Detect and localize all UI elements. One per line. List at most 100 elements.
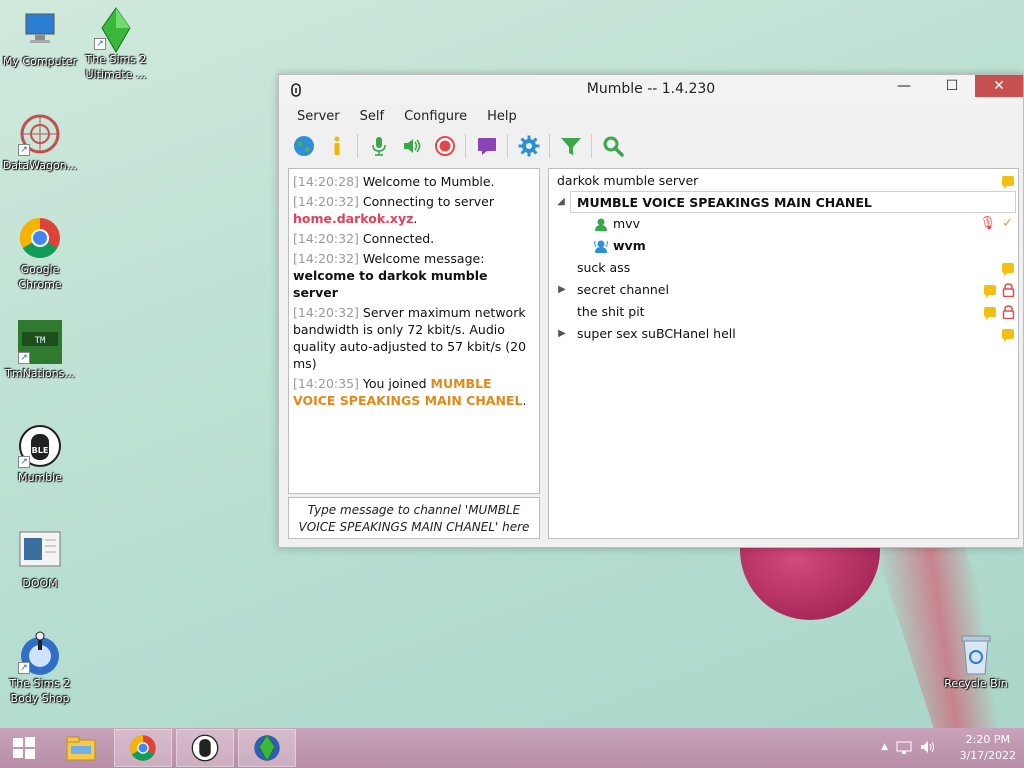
desktop-icon-recycle-bin[interactable]: Recycle Bin bbox=[936, 630, 1016, 691]
plumbob-icon bbox=[254, 734, 280, 762]
minimize-button[interactable]: — bbox=[881, 75, 927, 97]
folder-icon bbox=[66, 736, 96, 761]
collapse-arrow-icon[interactable]: ◢ bbox=[556, 196, 566, 207]
toolbar-separator bbox=[591, 134, 592, 158]
tmnations-icon: TM ↗ bbox=[18, 320, 62, 364]
shortcut-arrow-icon: ↗ bbox=[18, 144, 30, 156]
record-icon[interactable] bbox=[432, 133, 458, 159]
desktop-icon-doom[interactable]: DOOM bbox=[0, 530, 80, 591]
desktop-icon-mumble[interactable]: BLE ↗ Mumble bbox=[0, 424, 80, 485]
user-row[interactable]: mvv 🎙 ✓ bbox=[549, 213, 1018, 235]
toolbar bbox=[279, 129, 1023, 163]
expand-arrow-icon[interactable]: ▶ bbox=[557, 279, 567, 301]
lock-icon bbox=[1002, 305, 1015, 319]
toolbar-separator bbox=[357, 134, 358, 158]
menu-help[interactable]: Help bbox=[477, 105, 527, 129]
datawagon-icon: ↗ bbox=[18, 112, 62, 156]
maximize-button[interactable]: ☐ bbox=[929, 75, 975, 97]
desktop-icon-datawagon[interactable]: ↗ DataWagon... bbox=[0, 112, 80, 173]
chat-icon[interactable] bbox=[474, 133, 500, 159]
svg-text:TM: TM bbox=[35, 336, 46, 346]
toolbar-separator bbox=[465, 134, 466, 158]
taskbar: ▲ 2:20 PM 3/17/2022 bbox=[0, 728, 1024, 768]
menu-server[interactable]: Server bbox=[287, 105, 350, 129]
desktop-icon-chrome[interactable]: Google Chrome bbox=[0, 216, 80, 292]
title-bar[interactable]: Mumble -- 1.4.230 — ☐ ✕ bbox=[279, 75, 1023, 105]
mumble-icon: BLE ↗ bbox=[18, 424, 62, 468]
windows-logo-icon bbox=[13, 737, 35, 759]
gear-icon[interactable] bbox=[516, 133, 542, 159]
plumbob-icon: ↗ bbox=[94, 6, 138, 53]
comment-icon[interactable] bbox=[984, 285, 996, 298]
shortcut-arrow-icon: ↗ bbox=[18, 662, 30, 674]
authenticated-check-icon: ✓ bbox=[1002, 216, 1013, 231]
speaker-icon[interactable] bbox=[399, 133, 425, 159]
channel-row[interactable]: suck ass bbox=[549, 257, 1018, 279]
user-row[interactable]: wvm bbox=[549, 235, 1018, 257]
comment-icon[interactable] bbox=[984, 307, 996, 320]
chrome-icon bbox=[130, 735, 156, 761]
computer-icon bbox=[18, 8, 62, 52]
chat-log[interactable]: [14:20:28] Welcome to Mumble. [14:20:32]… bbox=[288, 168, 540, 494]
svg-text:BLE: BLE bbox=[32, 446, 49, 455]
shortcut-arrow-icon: ↗ bbox=[18, 456, 30, 468]
taskbar-mumble[interactable] bbox=[176, 729, 234, 767]
log-entry: [14:20:32] Connecting to server home.dar… bbox=[293, 194, 494, 226]
menu-self[interactable]: Self bbox=[350, 105, 394, 129]
network-icon[interactable] bbox=[896, 739, 912, 758]
mumble-window: Mumble -- 1.4.230 — ☐ ✕ Server Self Conf… bbox=[278, 74, 1024, 548]
shortcut-arrow-icon: ↗ bbox=[94, 38, 106, 50]
show-hidden-icons-icon[interactable]: ▲ bbox=[881, 742, 888, 752]
menu-configure[interactable]: Configure bbox=[394, 105, 477, 129]
taskbar-explorer[interactable] bbox=[52, 729, 110, 767]
chat-input[interactable]: Type message to channel 'MUMBLE VOICE SP… bbox=[288, 497, 540, 539]
close-button[interactable]: ✕ bbox=[975, 75, 1023, 97]
server-row[interactable]: darkok mumble server bbox=[549, 170, 1018, 192]
toolbar-separator bbox=[507, 134, 508, 158]
bodyshop-icon: ↗ bbox=[18, 630, 62, 675]
server-link[interactable]: home.darkok.xyz bbox=[293, 211, 413, 226]
log-entry: [14:20:32] Welcome message: welcome to d… bbox=[293, 251, 488, 300]
wallpaper-tulip bbox=[740, 545, 880, 620]
channel-row[interactable]: the shit pit bbox=[549, 301, 1018, 323]
comment-icon[interactable] bbox=[1002, 263, 1014, 276]
log-entry: [14:20:28] Welcome to Mumble. bbox=[293, 174, 495, 189]
chrome-icon bbox=[18, 216, 62, 260]
channel-row[interactable]: ▶ super sex suBCHanel hell bbox=[549, 323, 1018, 345]
clock-date: 3/17/2022 bbox=[959, 749, 1016, 762]
comment-icon[interactable] bbox=[1002, 176, 1014, 189]
microphone-icon[interactable] bbox=[366, 133, 392, 159]
start-button[interactable] bbox=[0, 729, 48, 767]
clock[interactable]: 2:20 PM 3/17/2022 bbox=[960, 732, 1016, 764]
filter-icon[interactable] bbox=[558, 133, 584, 159]
info-icon[interactable] bbox=[324, 133, 350, 159]
search-icon[interactable] bbox=[600, 133, 626, 159]
desktop-icon-my-computer[interactable]: My Computer bbox=[0, 8, 80, 69]
current-channel-name: MUMBLE VOICE SPEAKINGS MAIN CHANEL bbox=[577, 195, 872, 210]
comment-icon[interactable] bbox=[1002, 329, 1014, 342]
channel-row-current[interactable]: MUMBLE VOICE SPEAKINGS MAIN CHANEL bbox=[570, 191, 1016, 213]
log-entry: [14:20:32] Server maximum network bandwi… bbox=[293, 305, 527, 371]
taskbar-sims2[interactable] bbox=[238, 729, 296, 767]
channel-tree: darkok mumble server MUMBLE VOICE SPEAKI… bbox=[548, 168, 1019, 539]
clock-time: 2:20 PM bbox=[965, 733, 1010, 746]
doom-icon bbox=[18, 530, 62, 574]
lock-icon bbox=[1002, 283, 1015, 297]
desktop-icon-sims2-ultimate[interactable]: ↗ The Sims 2 Ultimate ... bbox=[76, 6, 156, 82]
muted-mic-icon: 🎙 bbox=[979, 216, 996, 231]
toolbar-separator bbox=[549, 134, 550, 158]
channel-row[interactable]: ▶ secret channel bbox=[549, 279, 1018, 301]
log-entry: [14:20:35] You joined MUMBLE VOICE SPEAK… bbox=[293, 376, 527, 408]
log-entry: [14:20:32] Connected. bbox=[293, 231, 435, 246]
menu-bar: Server Self Configure Help bbox=[279, 105, 1023, 129]
desktop-icon-tmnations[interactable]: TM ↗ TmNations... bbox=[0, 320, 80, 381]
volume-icon[interactable] bbox=[920, 739, 936, 758]
shortcut-arrow-icon: ↗ bbox=[18, 352, 30, 364]
desktop-icon-sims2-bodyshop[interactable]: ↗ The Sims 2 Body Shop bbox=[0, 630, 80, 706]
globe-icon[interactable] bbox=[291, 133, 317, 159]
talking-user-icon bbox=[594, 240, 608, 253]
taskbar-chrome[interactable] bbox=[114, 729, 172, 767]
expand-arrow-icon[interactable]: ▶ bbox=[557, 323, 567, 345]
user-icon bbox=[595, 218, 607, 231]
mumble-icon bbox=[191, 734, 219, 762]
